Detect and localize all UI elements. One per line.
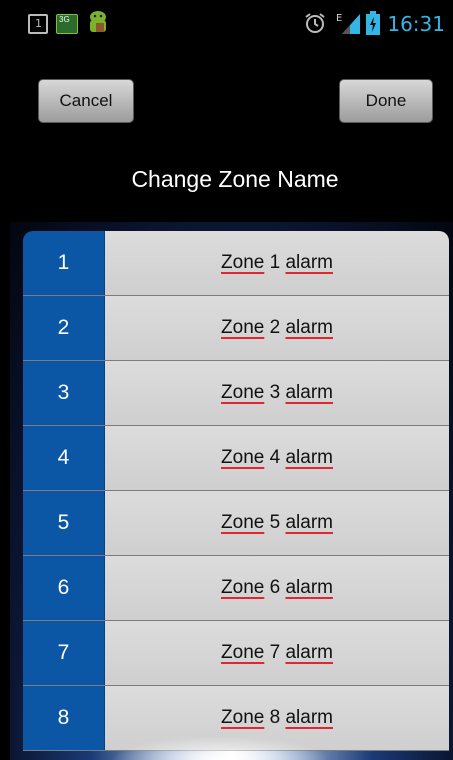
zone-name-index: 4 bbox=[269, 447, 281, 468]
zone-name-suffix: alarm bbox=[285, 577, 333, 598]
done-button[interactable]: Done bbox=[339, 79, 433, 123]
zone-name-index: 7 bbox=[269, 642, 281, 663]
zone-row[interactable]: 2 Zone 2 alarm bbox=[23, 296, 449, 361]
zone-row[interactable]: 4 Zone 4 alarm bbox=[23, 426, 449, 491]
zone-name-field[interactable]: Zone 1 alarm bbox=[105, 231, 449, 295]
screenshot-icon: 1 bbox=[28, 14, 48, 34]
bottom-glow bbox=[110, 736, 330, 760]
zone-name-prefix: Zone bbox=[221, 577, 265, 598]
zone-name-prefix: Zone bbox=[221, 252, 265, 273]
zone-name-index: 8 bbox=[269, 707, 281, 728]
zone-name-index: 2 bbox=[269, 317, 281, 338]
zone-number: 8 bbox=[23, 686, 105, 750]
zone-row[interactable]: 3 Zone 3 alarm bbox=[23, 361, 449, 426]
battery-icon bbox=[366, 11, 380, 35]
zone-name-index: 6 bbox=[269, 577, 281, 598]
zone-name-index: 5 bbox=[269, 512, 281, 533]
zone-row[interactable]: 6 Zone 6 alarm bbox=[23, 556, 449, 621]
zone-number: 6 bbox=[23, 556, 105, 620]
zone-list: 1 Zone 1 alarm 2 Zone 2 alarm 3 Zone 3 alarm 4… bbox=[23, 231, 449, 751]
zone-name-suffix: alarm bbox=[285, 512, 333, 533]
zone-name-suffix: alarm bbox=[285, 382, 333, 403]
zone-name-prefix: Zone bbox=[221, 447, 265, 468]
zone-name-suffix: alarm bbox=[285, 252, 333, 273]
zone-row[interactable]: 5 Zone 5 alarm bbox=[23, 491, 449, 556]
zone-number: 5 bbox=[23, 491, 105, 555]
zone-name-prefix: Zone bbox=[221, 707, 265, 728]
zone-name-suffix: alarm bbox=[285, 707, 333, 728]
zone-name-index: 3 bbox=[269, 382, 281, 403]
zone-name-index: 1 bbox=[269, 252, 281, 273]
zone-row[interactable]: 7 Zone 7 alarm bbox=[23, 621, 449, 686]
page-title: Change Zone Name bbox=[131, 166, 339, 192]
cancel-button[interactable]: Cancel bbox=[38, 79, 134, 123]
zone-name-field[interactable]: Zone 7 alarm bbox=[105, 621, 449, 685]
clock-time: 16:31 bbox=[387, 12, 445, 36]
signal-icon: E bbox=[336, 13, 360, 34]
zone-number: 7 bbox=[23, 621, 105, 685]
alarm-icon bbox=[305, 13, 325, 33]
zone-row[interactable]: 1 Zone 1 alarm bbox=[23, 231, 449, 296]
zone-number: 2 bbox=[23, 296, 105, 360]
zone-number: 4 bbox=[23, 426, 105, 490]
zone-name-prefix: Zone bbox=[221, 642, 265, 663]
zone-name-suffix: alarm bbox=[285, 317, 333, 338]
zone-name-prefix: Zone bbox=[221, 512, 265, 533]
zone-name-suffix: alarm bbox=[285, 447, 333, 468]
3g-icon: 3G bbox=[56, 14, 78, 34]
zone-name-prefix: Zone bbox=[221, 382, 265, 403]
zone-name-field[interactable]: Zone 5 alarm bbox=[105, 491, 449, 555]
zone-number: 1 bbox=[23, 231, 105, 295]
zone-number: 3 bbox=[23, 361, 105, 425]
zone-name-field[interactable]: Zone 3 alarm bbox=[105, 361, 449, 425]
zone-name-field[interactable]: Zone 6 alarm bbox=[105, 556, 449, 620]
status-bar: 1 3G E 16:31 bbox=[0, 0, 453, 50]
zone-name-field[interactable]: Zone 4 alarm bbox=[105, 426, 449, 490]
zone-name-suffix: alarm bbox=[285, 642, 333, 663]
signal-type-label: E bbox=[336, 13, 342, 24]
android-icon bbox=[90, 11, 106, 32]
zone-name-field[interactable]: Zone 2 alarm bbox=[105, 296, 449, 360]
zone-name-prefix: Zone bbox=[221, 317, 265, 338]
